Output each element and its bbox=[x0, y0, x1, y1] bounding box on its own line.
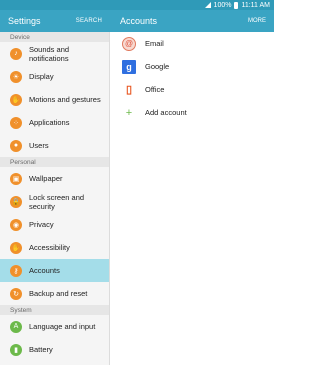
sidebar-item-label: Language and input bbox=[29, 322, 96, 331]
sidebar-item-privacy[interactable]: ◉ Privacy bbox=[0, 213, 109, 236]
section-personal: Personal bbox=[0, 157, 109, 167]
motion-icon: ✋ bbox=[10, 93, 22, 106]
office-icon: ▯ bbox=[125, 84, 133, 96]
sidebar-item-motions[interactable]: ✋ Motions and gestures bbox=[0, 88, 109, 111]
battery-percent: 100% bbox=[213, 1, 232, 9]
account-label: Email bbox=[145, 39, 164, 48]
sidebar-item-display[interactable]: ☀ Display bbox=[0, 65, 109, 88]
sidebar-item-label: Backup and reset bbox=[29, 289, 88, 298]
lock-icon: 🔒 bbox=[10, 195, 22, 208]
plus-icon: + bbox=[125, 106, 133, 119]
sidebar-item-label: Wallpaper bbox=[29, 174, 63, 183]
account-item-office[interactable]: ▯ Office bbox=[111, 78, 274, 101]
sidebar-item-label: Privacy bbox=[29, 220, 54, 229]
account-label: Add account bbox=[145, 108, 187, 117]
account-label: Google bbox=[145, 62, 170, 71]
wallpaper-icon: ▣ bbox=[10, 172, 22, 185]
key-icon: ⚷ bbox=[10, 264, 22, 277]
volume-icon: ♪ bbox=[10, 47, 22, 60]
clock: 11:11 AM bbox=[241, 1, 270, 9]
sidebar-item-wallpaper[interactable]: ▣ Wallpaper bbox=[0, 167, 109, 190]
account-label: Office bbox=[145, 85, 165, 94]
backup-icon: ↻ bbox=[10, 287, 22, 300]
sidebar-item-backup[interactable]: ↻ Backup and reset bbox=[0, 282, 109, 305]
accounts-pane: @ Email g Google ▯ Office + Add account bbox=[111, 32, 274, 365]
settings-title: Settings bbox=[8, 16, 41, 26]
sidebar-item-accessibility[interactable]: ✋ Accessibility bbox=[0, 236, 109, 259]
user-icon: ● bbox=[10, 139, 22, 152]
add-account-button[interactable]: + Add account bbox=[111, 101, 274, 124]
section-system: System bbox=[0, 305, 109, 315]
sidebar-item-label: Sounds and notifications bbox=[29, 44, 70, 63]
sidebar-item-users[interactable]: ● Users bbox=[0, 134, 109, 157]
status-bar: 100% 11:11 AM bbox=[0, 0, 274, 10]
sidebar-item-lock-screen[interactable]: 🔒 Lock screen and security bbox=[0, 190, 109, 213]
sidebar-item-battery[interactable]: ▮ Battery bbox=[0, 338, 109, 361]
settings-sidebar: Device ♪ Sounds and notifications ☀ Disp… bbox=[0, 32, 110, 365]
search-button[interactable]: SEARCH bbox=[76, 18, 102, 24]
sidebar-item-language[interactable]: A Language and input bbox=[0, 315, 109, 338]
sidebar-item-label: Motions and gestures bbox=[29, 95, 101, 104]
app-bar: Settings SEARCH Accounts MORE bbox=[0, 10, 274, 32]
battery-icon bbox=[234, 1, 239, 9]
battery-icon: ▮ bbox=[10, 343, 22, 356]
accounts-title: Accounts bbox=[120, 16, 158, 26]
sidebar-item-label: Accounts bbox=[29, 266, 60, 275]
sidebar-item-label: Applications bbox=[29, 118, 70, 127]
sidebar-item-applications[interactable]: ⁘ Applications bbox=[0, 111, 109, 134]
privacy-icon: ◉ bbox=[10, 218, 22, 231]
account-item-google[interactable]: g Google bbox=[111, 55, 274, 78]
signal-icon bbox=[204, 2, 211, 8]
sidebar-item-accounts[interactable]: ⚷ Accounts bbox=[0, 259, 109, 282]
settings-header: Settings SEARCH bbox=[0, 10, 110, 32]
accessibility-icon: ✋ bbox=[10, 241, 22, 254]
language-icon: A bbox=[10, 320, 22, 333]
google-icon: g bbox=[122, 59, 136, 74]
apps-icon: ⁘ bbox=[10, 116, 22, 129]
sidebar-item-label: Users bbox=[29, 141, 49, 150]
sidebar-item-sounds[interactable]: ♪ Sounds and notifications bbox=[0, 42, 109, 65]
email-icon: @ bbox=[122, 36, 136, 51]
sidebar-item-label: Lock screen and security bbox=[29, 192, 85, 211]
more-button[interactable]: MORE bbox=[248, 18, 266, 24]
account-item-email[interactable]: @ Email bbox=[111, 32, 274, 55]
section-device: Device bbox=[0, 32, 109, 42]
accounts-header: Accounts MORE bbox=[110, 10, 274, 32]
display-icon: ☀ bbox=[10, 70, 22, 83]
sidebar-item-label: Accessibility bbox=[29, 243, 70, 252]
sidebar-item-label: Display bbox=[29, 72, 54, 81]
sidebar-item-label: Battery bbox=[29, 345, 53, 354]
